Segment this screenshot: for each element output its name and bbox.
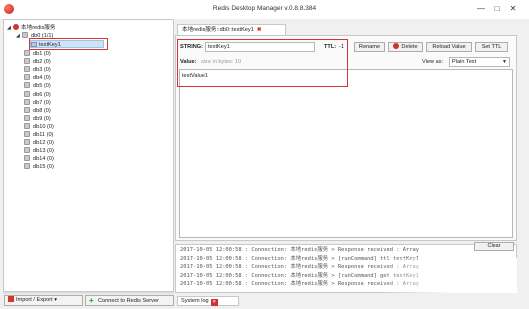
database-icon [24, 82, 30, 89]
db-label: db13 (0) [33, 148, 54, 155]
database-icon [24, 106, 30, 113]
key-highlight-box [29, 38, 108, 50]
db-label: db5 (0) [33, 83, 51, 90]
db-label: db7 (0) [33, 99, 51, 106]
tree-db-row[interactable]: db4 (0) [24, 74, 51, 82]
tree-db-row[interactable]: db13 (0) [24, 147, 54, 155]
tree-db-row[interactable]: db8 (0) [24, 106, 51, 115]
tab-key-view[interactable]: 本地redis服务::db0::testKey1 ✖ [177, 24, 286, 35]
redis-server-icon [13, 24, 19, 30]
database-icon [22, 32, 28, 38]
server-label: 本地redis服务 [21, 25, 56, 31]
delete-label: Delete [401, 44, 418, 50]
tree-db-row[interactable]: db15 (0) [24, 163, 54, 171]
tree-db-row[interactable]: db1 (0) [24, 50, 51, 58]
database-icon [24, 98, 30, 105]
db-label: db11 (0) [33, 132, 54, 138]
tree-db-row[interactable]: db6 (0) [24, 90, 51, 99]
expand-arrow-icon[interactable]: ◢ [7, 24, 13, 32]
key-editor: STRING: testKey1 TTL: -1 Rename Delete R… [175, 35, 517, 241]
view-as-label: View as: [422, 59, 444, 65]
connect-label: Connect to Redis Server [98, 298, 159, 304]
window-title: Redis Desktop Manager v.0.8.8.384 [212, 5, 317, 12]
tree-scrollbar[interactable] [3, 292, 174, 294]
database-icon [24, 155, 30, 162]
view-as-select[interactable]: Plain Text ▼ [449, 57, 510, 67]
db-label: db8 (0) [33, 107, 51, 114]
app-window: Redis Desktop Manager v.0.8.8.384 — □ ✕ … [0, 0, 529, 309]
database-icon [24, 114, 30, 121]
db-label: db6 (0) [33, 91, 51, 98]
db-label: db12 (0) [33, 140, 54, 147]
database-icon [24, 50, 30, 56]
tab-system-log[interactable]: System log ✕ [177, 296, 239, 306]
close-tab-icon[interactable]: ✖ [257, 27, 262, 33]
connection-tree[interactable]: ◢ 本地redis服务 ◢ db0 (1/1) testKey1 db1 (0) db… [3, 19, 174, 292]
close-log-tab-icon[interactable]: ✕ [210, 299, 218, 306]
minimize-button[interactable]: — [474, 3, 488, 15]
value-textarea[interactable]: testValue1 [179, 69, 513, 238]
plus-icon: + [89, 296, 94, 305]
rename-button[interactable]: Rename [354, 42, 385, 52]
tree-db-row[interactable]: db2 (0) [24, 58, 51, 66]
view-as-value: Plain Text [452, 59, 477, 65]
tree-db-row[interactable]: db10 (0) [24, 122, 54, 131]
log-line: 2017-10-05 12:00:58 : Connection: 本地redi… [180, 247, 420, 253]
chevron-down-icon: ▼ [502, 59, 507, 65]
database-icon [24, 90, 30, 97]
maximize-button[interactable]: □ [490, 3, 504, 15]
database-icon [24, 74, 30, 81]
db-label: db3 (0) [33, 67, 51, 74]
set-ttl-button[interactable]: Set TTL [475, 42, 508, 52]
system-log-label: System log [181, 298, 209, 304]
tree-db-row[interactable]: db11 (0) [24, 131, 53, 139]
tree-db-row[interactable]: db14 (0) [24, 155, 54, 163]
tree-server-row[interactable]: ◢ 本地redis服务 [7, 24, 56, 32]
database-icon [24, 66, 30, 73]
tree-db-row[interactable]: db12 (0) [24, 139, 54, 147]
delete-icon [393, 43, 400, 49]
tree-db-row[interactable]: db9 (0) [24, 114, 51, 123]
db-label: db2 (0) [33, 59, 51, 66]
database-icon [24, 147, 30, 154]
title-bar: Redis Desktop Manager v.0.8.8.384 — □ ✕ [0, 0, 529, 19]
db-label: db10 (0) [33, 123, 54, 130]
import-export-label: Import / Export [16, 297, 53, 303]
db-label: db9 (0) [33, 115, 51, 122]
editor-highlight-box [177, 39, 348, 87]
tab-key-label: 本地redis服务::db0::testKey1 [182, 27, 254, 33]
import-export-button[interactable]: Import / Export ▾ [4, 295, 83, 306]
db-label: db15 (0) [33, 164, 54, 171]
log-fade-overlay [380, 258, 517, 293]
tree-db-row[interactable]: db3 (0) [24, 66, 51, 74]
tree-db-row[interactable]: db5 (0) [24, 82, 51, 90]
close-window-button[interactable]: ✕ [506, 3, 520, 15]
database-icon [24, 163, 30, 170]
import-export-icon [8, 296, 14, 302]
dropdown-arrow-icon: ▾ [54, 297, 58, 303]
reload-value-button[interactable]: Reload Value [426, 42, 472, 52]
database-icon [24, 58, 30, 65]
database-icon [24, 122, 30, 129]
database-icon [24, 131, 30, 137]
database-icon [24, 139, 30, 146]
db-label: db1 (0) [33, 51, 51, 57]
db-label: db4 (0) [33, 75, 51, 82]
db-label: db14 (0) [33, 156, 54, 163]
delete-button[interactable]: Delete [388, 42, 423, 52]
clear-log-button[interactable]: Clear [474, 242, 514, 251]
tree-db-row[interactable]: db7 (0) [24, 98, 51, 107]
connect-server-button[interactable]: + Connect to Redis Server [85, 295, 174, 306]
